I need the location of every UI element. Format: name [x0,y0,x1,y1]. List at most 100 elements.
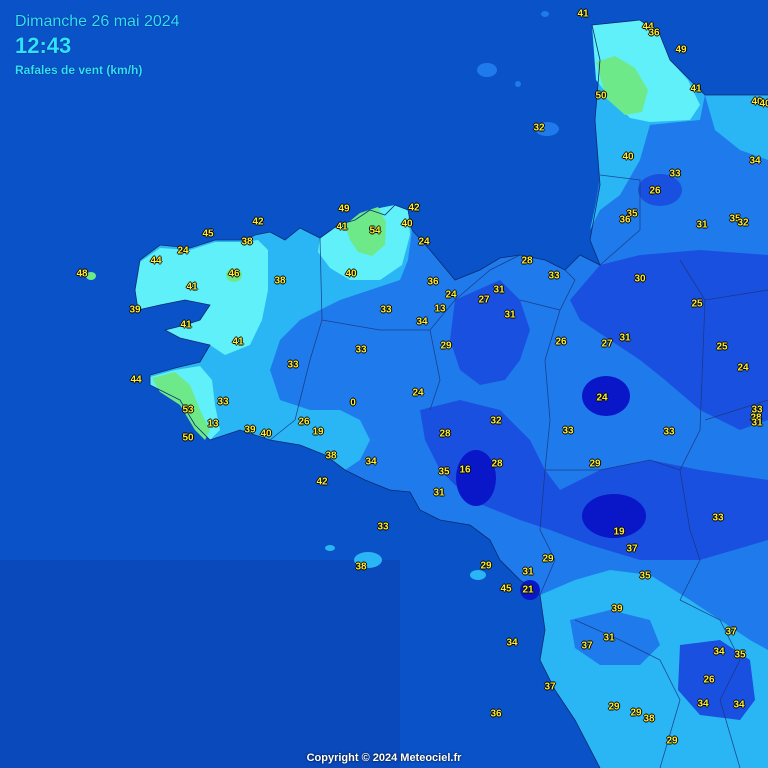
station-gust-value: 37 [626,543,638,555]
station-gust-value: 31 [751,417,763,429]
station-gust-value: 26 [703,674,715,686]
station-gust-value: 33 [663,426,675,438]
station-gust-value: 35 [639,570,651,582]
station-gust-value: 41 [690,83,702,95]
station-gust-value: 35 [734,649,746,661]
map-subtitle: Rafales de vent (km/h) [15,63,143,77]
station-gust-value: 37 [544,681,556,693]
station-gust-value: 38 [241,236,253,248]
station-gust-value: 28 [521,255,533,267]
station-gust-value: 36 [427,276,439,288]
station-gust-value: 33 [287,359,299,371]
station-gust-value: 40 [622,151,634,163]
station-gust-value: 31 [603,632,615,644]
station-gust-value: 24 [418,236,430,248]
station-gust-value: 33 [217,396,229,408]
station-gust-value: 27 [478,294,490,306]
station-gust-value: 48 [76,268,88,280]
station-gust-value: 40 [260,428,272,440]
station-gust-value: 44 [150,255,162,267]
island-noirmoutier [470,570,486,580]
station-gust-value: 13 [207,418,219,430]
map-graphic [0,0,768,768]
station-gust-value: 29 [480,560,492,572]
station-gust-value: 38 [643,713,655,725]
station-gust-value: 40 [759,98,768,110]
island-sark [515,81,521,87]
station-gust-value: 36 [490,708,502,720]
station-gust-value: 34 [733,699,745,711]
station-gust-value: 30 [634,273,646,285]
station-gust-value: 31 [696,219,708,231]
station-gust-value: 36 [648,27,660,39]
station-gust-value: 33 [669,168,681,180]
station-gust-value: 32 [737,217,749,229]
station-gust-value: 50 [182,432,194,444]
station-gust-value: 26 [649,185,661,197]
station-gust-value: 31 [493,284,505,296]
station-gust-value: 54 [369,225,381,237]
wind-gust-map: Dimanche 26 mai 2024 12:43 Rafales de ve… [0,0,768,768]
station-gust-value: 45 [202,228,214,240]
station-gust-value: 34 [749,155,761,167]
station-gust-value: 28 [491,458,503,470]
station-gust-value: 31 [433,487,445,499]
station-gust-value: 33 [377,521,389,533]
station-gust-value: 25 [716,341,728,353]
station-gust-value: 29 [440,340,452,352]
station-gust-value: 0 [350,397,356,409]
station-gust-value: 39 [611,603,623,615]
station-gust-value: 34 [506,637,518,649]
island-alderney [541,11,549,17]
station-gust-value: 33 [355,344,367,356]
station-gust-value: 49 [675,44,687,56]
station-gust-value: 27 [601,338,613,350]
station-gust-value: 29 [608,701,620,713]
station-gust-value: 38 [325,450,337,462]
map-time: 12:43 [15,33,72,58]
station-gust-value: 24 [412,387,424,399]
station-gust-value: 39 [244,424,256,436]
station-gust-value: 31 [619,332,631,344]
station-gust-value: 33 [548,270,560,282]
station-gust-value: 41 [336,221,348,233]
station-gust-value: 24 [737,362,749,374]
station-gust-value: 34 [713,646,725,658]
station-gust-value: 24 [596,392,608,404]
station-gust-value: 33 [380,304,392,316]
station-gust-value: 34 [365,456,377,468]
island-groix [325,545,335,551]
station-gust-value: 49 [338,203,350,215]
island-guernsey [477,63,497,77]
station-gust-value: 41 [180,319,192,331]
station-gust-value: 45 [500,583,512,595]
station-gust-value: 37 [725,626,737,638]
station-gust-value: 33 [712,512,724,524]
station-gust-value: 24 [445,289,457,301]
station-gust-value: 19 [613,526,625,538]
station-gust-value: 42 [252,216,264,228]
station-gust-value: 19 [312,426,324,438]
station-gust-value: 32 [490,415,502,427]
station-gust-value: 39 [129,304,141,316]
station-gust-value: 41 [577,8,589,20]
station-gust-value: 37 [581,640,593,652]
station-gust-value: 29 [666,735,678,747]
station-gust-value: 26 [555,336,567,348]
station-gust-value: 46 [228,268,240,280]
station-gust-value: 53 [182,404,194,416]
station-gust-value: 41 [186,281,198,293]
station-gust-value: 29 [542,553,554,565]
station-gust-value: 34 [416,316,428,328]
station-gust-value: 29 [630,707,642,719]
station-gust-value: 21 [522,584,534,596]
station-gust-value: 44 [130,374,142,386]
station-gust-value: 32 [533,122,545,134]
station-gust-value: 26 [298,416,310,428]
station-gust-value: 25 [691,298,703,310]
copyright: Copyright © 2024 Meteociel.fr [306,752,462,764]
station-gust-value: 42 [408,202,420,214]
station-gust-value: 35 [438,466,450,478]
station-gust-value: 24 [177,245,189,257]
station-gust-value: 40 [401,218,413,230]
